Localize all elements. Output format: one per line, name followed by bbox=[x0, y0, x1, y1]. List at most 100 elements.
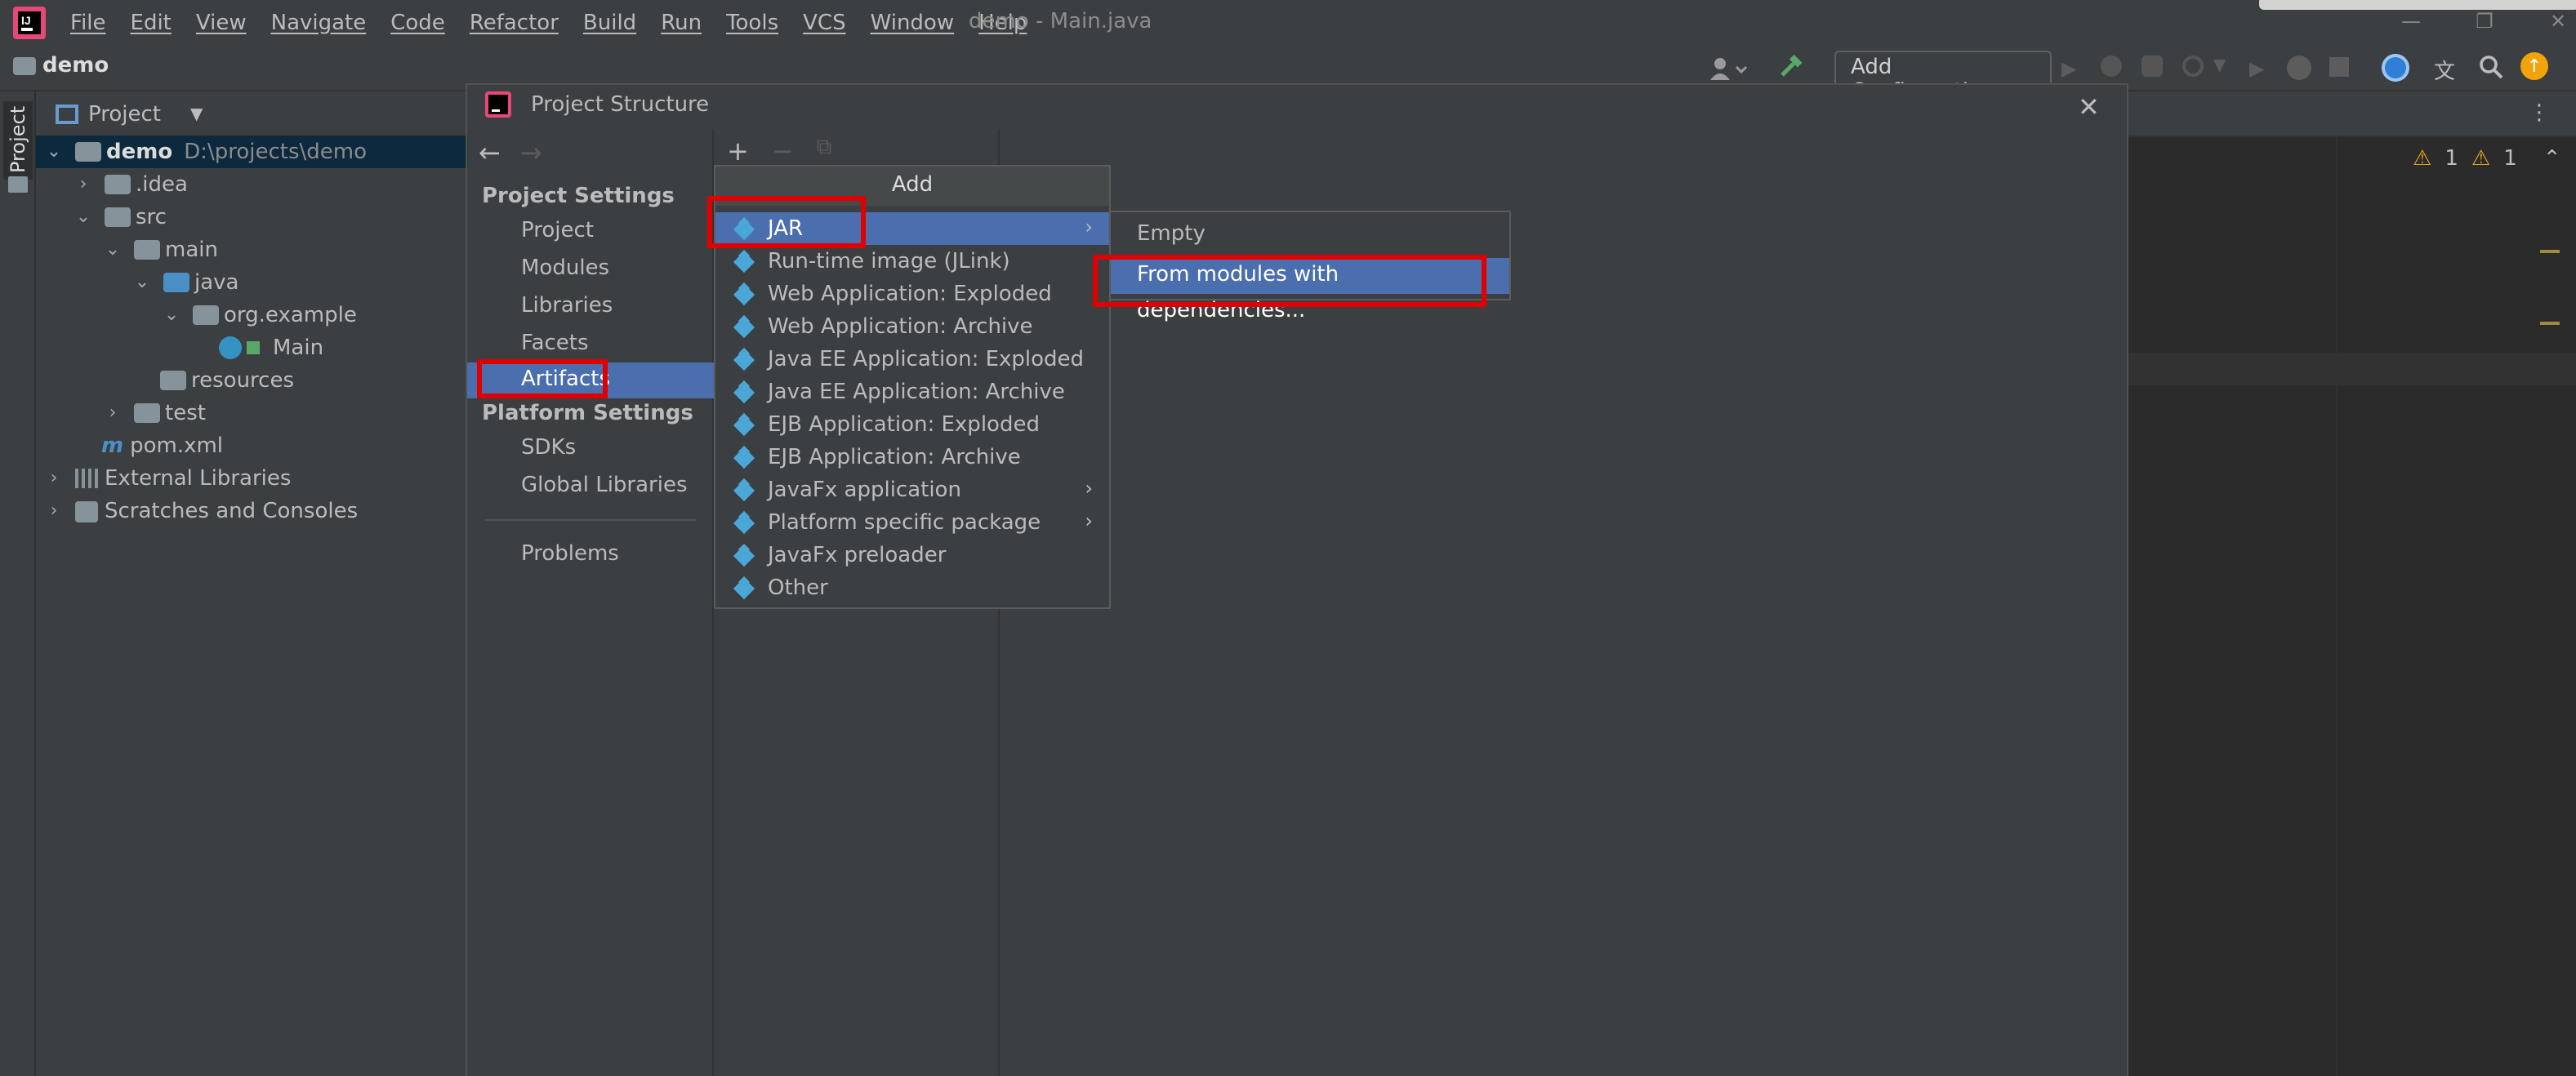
run-again-icon[interactable]: ▶ bbox=[2249, 57, 2264, 80]
back-arrow-icon[interactable]: ← bbox=[479, 137, 501, 168]
project-view-label[interactable]: Project bbox=[88, 102, 161, 127]
menu-run[interactable]: Run bbox=[661, 11, 702, 35]
popup-item-web-exploded[interactable]: Web Application: Exploded bbox=[715, 278, 1109, 310]
translate-icon[interactable]: 文 bbox=[2434, 54, 2455, 85]
close-icon[interactable]: ✕ bbox=[2078, 91, 2100, 122]
chevron-up-icon[interactable]: ⌃ bbox=[2543, 147, 2561, 171]
coverage-icon[interactable] bbox=[2141, 56, 2163, 77]
popup-item-javafx-application[interactable]: JavaFx application › bbox=[715, 474, 1109, 506]
popup-item-web-archive[interactable]: Web Application: Archive bbox=[715, 310, 1109, 343]
weak-warning-icon: ⚠ bbox=[2471, 147, 2491, 171]
chevron-down-icon[interactable]: ⌄ bbox=[101, 238, 124, 261]
popup-item-platform-package[interactable]: Platform specific package › bbox=[715, 506, 1109, 539]
add-icon[interactable]: + bbox=[727, 136, 749, 167]
chevron-right-icon: › bbox=[1085, 477, 1093, 500]
chevron-right-icon: › bbox=[1085, 509, 1093, 532]
attach-debugger-icon[interactable] bbox=[2287, 56, 2311, 80]
run-icon[interactable]: ▶ bbox=[2061, 57, 2076, 80]
tree-item-pom[interactable]: m pom.xml bbox=[36, 429, 467, 462]
chevron-right-icon[interactable]: › bbox=[42, 467, 65, 490]
chevron-right-icon[interactable]: › bbox=[101, 402, 124, 425]
artifact-icon bbox=[733, 282, 755, 306]
popup-item-label: JavaFx preloader bbox=[768, 543, 947, 567]
nav-item-libraries[interactable]: Libraries bbox=[467, 289, 714, 325]
tree-item-main[interactable]: ⌄ main bbox=[36, 233, 467, 266]
chevron-down-icon[interactable]: ⌄ bbox=[72, 206, 95, 229]
tree-label: main bbox=[165, 238, 218, 262]
tree-item-scratches[interactable]: › Scratches and Consoles bbox=[36, 495, 467, 527]
add-configuration-button[interactable]: Add Configuration... bbox=[1834, 51, 2052, 104]
chevron-down-icon[interactable]: ⌄ bbox=[42, 140, 65, 163]
nav-item-facets[interactable]: Facets bbox=[467, 327, 714, 362]
tree-item-java[interactable]: ⌄ java bbox=[36, 266, 467, 299]
svg-text:IJ: IJ bbox=[21, 14, 31, 27]
more-run-chevron-icon[interactable]: ▼ bbox=[2213, 57, 2226, 75]
project-tool-tab[interactable]: Project bbox=[3, 101, 33, 180]
chevron-right-icon[interactable]: › bbox=[72, 173, 95, 196]
tree-item-main-class[interactable]: Main bbox=[36, 331, 467, 364]
menu-tools[interactable]: Tools bbox=[726, 11, 778, 35]
nav-item-sdks[interactable]: SDKs bbox=[467, 431, 714, 467]
menu-navigate[interactable]: Navigate bbox=[271, 11, 367, 35]
close-window-icon[interactable]: ✕ bbox=[2547, 10, 2569, 33]
debug-icon[interactable] bbox=[2101, 56, 2122, 77]
menu-vcs[interactable]: VCS bbox=[803, 11, 845, 35]
popup-item-label: JavaFx application bbox=[768, 478, 961, 502]
build-hammer-icon[interactable] bbox=[1777, 54, 1803, 80]
popup-item-javafx-preloader[interactable]: JavaFx preloader bbox=[715, 539, 1109, 571]
submenu-item-empty[interactable]: Empty bbox=[1111, 217, 1509, 253]
help-assist-icon[interactable] bbox=[2382, 54, 2409, 82]
popup-item-runtime-image[interactable]: Run-time image (JLink) bbox=[715, 245, 1109, 278]
error-stripe-mark bbox=[2540, 250, 2560, 253]
tree-item-external-libraries[interactable]: › External Libraries bbox=[36, 462, 467, 495]
tree-item-src[interactable]: ⌄ src bbox=[36, 201, 467, 233]
tree-item-org-example[interactable]: ⌄ org.example bbox=[36, 299, 467, 331]
popup-item-javaee-archive[interactable]: Java EE Application: Archive bbox=[715, 376, 1109, 408]
popup-item-ejb-exploded[interactable]: EJB Application: Exploded bbox=[715, 408, 1109, 441]
artifact-icon bbox=[733, 314, 755, 339]
tree-label: test bbox=[165, 401, 206, 425]
profiler-icon[interactable] bbox=[2182, 56, 2204, 77]
popup-item-javaee-exploded[interactable]: Java EE Application: Exploded bbox=[715, 343, 1109, 376]
user-account-icon[interactable] bbox=[1709, 56, 1748, 82]
restore-icon[interactable]: ❐ bbox=[2473, 10, 2496, 33]
menu-view[interactable]: View bbox=[196, 11, 247, 35]
tree-item-test[interactable]: › test bbox=[36, 397, 467, 429]
tree-label: External Libraries bbox=[105, 466, 292, 491]
chevron-down-icon[interactable]: ▼ bbox=[190, 105, 203, 123]
chevron-right-icon[interactable]: › bbox=[42, 500, 65, 522]
nav-item-project[interactable]: Project bbox=[467, 214, 714, 250]
minimize-icon[interactable]: — bbox=[2400, 10, 2422, 33]
module-folder-icon bbox=[75, 142, 101, 162]
nav-item-global-libraries[interactable]: Global Libraries bbox=[467, 469, 714, 505]
menu-window[interactable]: Window bbox=[871, 11, 955, 35]
popup-item-ejb-archive[interactable]: EJB Application: Archive bbox=[715, 441, 1109, 474]
more-tabs-icon[interactable]: ⋮ bbox=[2529, 101, 2550, 126]
tree-item-demo[interactable]: ⌄ demo D:\projects\demo bbox=[36, 136, 467, 168]
stop-icon[interactable] bbox=[2329, 57, 2349, 77]
highlight-box-artifacts bbox=[477, 359, 608, 398]
search-icon[interactable] bbox=[2478, 54, 2504, 80]
tree-item-resources[interactable]: resources bbox=[36, 364, 467, 397]
inspection-widget[interactable]: ⚠ 1 ⚠ 1 ⌃ ⌄ bbox=[2413, 147, 2576, 171]
popup-item-other[interactable]: Other bbox=[715, 571, 1109, 604]
menu-refactor[interactable]: Refactor bbox=[470, 11, 559, 35]
nav-item-problems[interactable]: Problems bbox=[467, 537, 714, 573]
copy-icon[interactable]: ⧉ bbox=[817, 136, 832, 167]
chevron-down-icon[interactable]: ⌄ bbox=[160, 304, 183, 327]
menu-file[interactable]: File bbox=[70, 11, 106, 35]
run-marker-icon bbox=[247, 341, 260, 354]
menu-build[interactable]: Build bbox=[583, 11, 636, 35]
artifact-icon bbox=[733, 478, 755, 502]
chevron-down-icon[interactable]: ⌄ bbox=[131, 271, 154, 294]
nav-item-modules[interactable]: Modules bbox=[467, 251, 714, 287]
remove-icon[interactable]: − bbox=[772, 136, 794, 167]
resources-folder-icon bbox=[160, 371, 186, 390]
menu-code[interactable]: Code bbox=[390, 11, 445, 35]
breadcrumb[interactable]: demo bbox=[42, 54, 109, 78]
menu-edit[interactable]: Edit bbox=[131, 11, 172, 35]
update-icon[interactable]: ↑ bbox=[2520, 52, 2548, 80]
tree-item-idea[interactable]: › .idea bbox=[36, 168, 467, 201]
maven-icon: m bbox=[101, 434, 124, 458]
forward-arrow-icon[interactable]: → bbox=[520, 137, 542, 168]
